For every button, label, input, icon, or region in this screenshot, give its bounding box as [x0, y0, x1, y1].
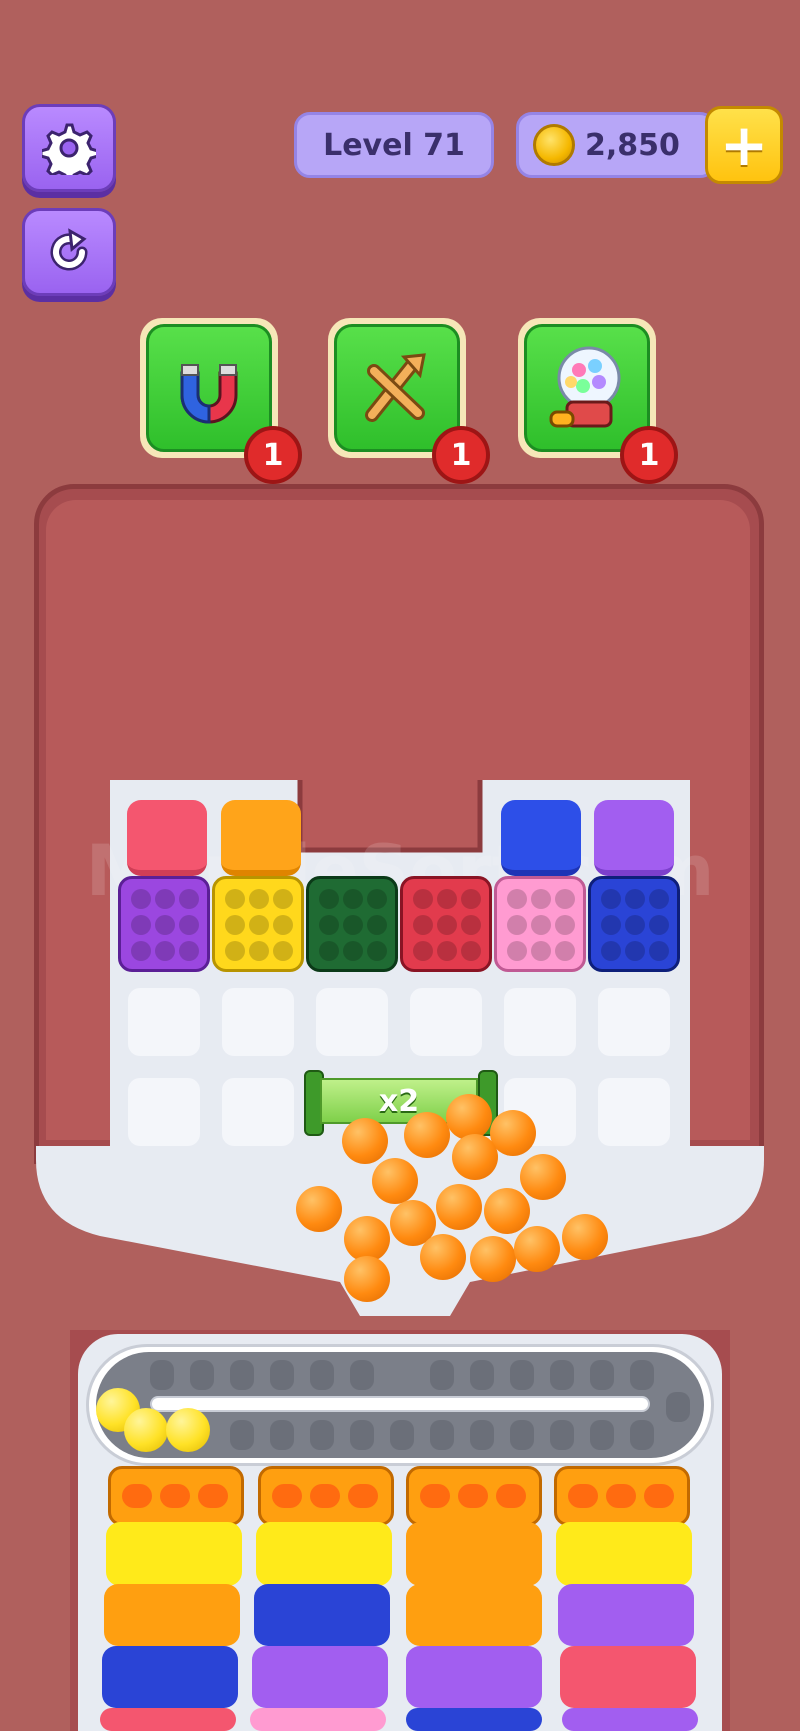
conveyor-divider [150, 1396, 650, 1412]
empty-cell [222, 1078, 294, 1146]
marble [484, 1188, 530, 1234]
empty-cell [128, 1078, 200, 1146]
marble [470, 1236, 516, 1282]
empty-cell [316, 988, 388, 1056]
marble [520, 1154, 566, 1200]
marble [404, 1112, 450, 1158]
empty-cell [598, 1078, 670, 1146]
marble [452, 1134, 498, 1180]
marble [344, 1256, 390, 1302]
empty-cell [598, 988, 670, 1056]
multiplier-label: x2 [378, 1083, 420, 1119]
empty-cell [128, 988, 200, 1056]
yellow-marble [124, 1408, 168, 1452]
empty-cell [504, 988, 576, 1056]
marble [342, 1118, 388, 1164]
marble [296, 1186, 342, 1232]
yellow-marble [166, 1408, 210, 1452]
marble [420, 1234, 466, 1280]
marble [446, 1094, 492, 1140]
marble [514, 1226, 560, 1272]
marble [372, 1158, 418, 1204]
marble [562, 1214, 608, 1260]
marble [436, 1184, 482, 1230]
empty-cell [222, 988, 294, 1056]
empty-cell [410, 988, 482, 1056]
